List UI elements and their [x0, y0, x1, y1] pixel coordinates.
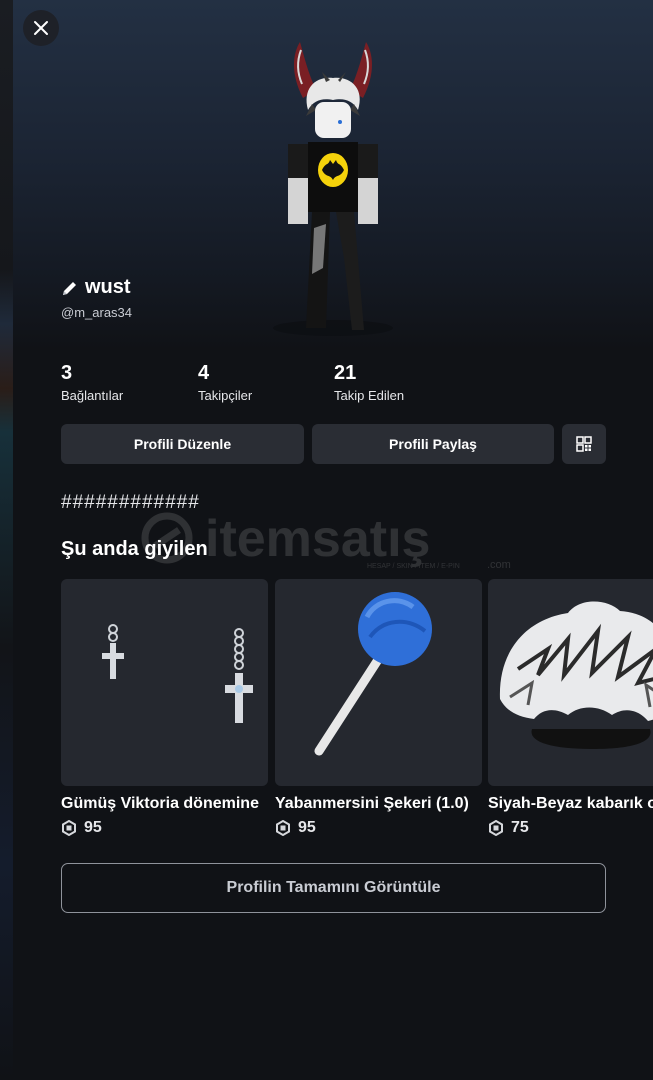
item-price: 95: [298, 819, 316, 836]
background-page-strip: [0, 0, 13, 1080]
item-card[interactable]: Yabanmersini Şekeri (1.0) 95: [275, 579, 482, 837]
price-row: 95: [61, 819, 268, 837]
stat-label: Takip Edilen: [334, 388, 405, 403]
close-button[interactable]: [23, 10, 59, 46]
username: @m_aras34: [61, 305, 133, 320]
stats-row: 3 Bağlantılar 4 Takipçiler 21 Takip Edil…: [61, 362, 621, 406]
item-name: Siyah-Beyaz kabarık o: [488, 795, 653, 812]
edit-profile-button[interactable]: Profili Düzenle: [61, 424, 304, 464]
cross-earrings-icon: [102, 624, 253, 723]
qr-code-button[interactable]: [562, 424, 606, 464]
stat-value: 3: [61, 362, 73, 384]
watermark-tagline: HESAP / SKIN / ITEM / E-PIN: [367, 563, 460, 570]
item-name: Yabanmersini Şekeri (1.0): [275, 795, 469, 812]
display-name: wust: [85, 276, 131, 298]
share-profile-button[interactable]: Profili Paylaş: [312, 424, 554, 464]
stat-label: Takipçiler: [198, 388, 253, 403]
item-price: 75: [511, 819, 529, 836]
watermark-suffix: .com: [487, 559, 511, 571]
avatar-image: [273, 42, 393, 336]
view-full-profile-button[interactable]: Profilin Tamamını Görüntüle: [61, 863, 606, 913]
close-icon: [34, 21, 48, 35]
item-thumbnail: [275, 579, 482, 786]
stat-value: 21: [334, 362, 357, 384]
profile-panel: wust @m_aras34 3 Bağlantılar 4 Takipçile…: [13, 0, 653, 1080]
currently-wearing-title: Şu anda giyilen: [61, 538, 208, 560]
user-block: wust @m_aras34: [61, 276, 132, 320]
qr-code-icon: [576, 436, 592, 452]
stat-followers[interactable]: 4 Takipçiler: [198, 362, 252, 403]
robux-icon: [489, 820, 503, 836]
fluffy-hair-icon: [499, 601, 653, 749]
price-row: 95: [275, 819, 482, 837]
lollipop-icon: [314, 592, 432, 756]
stat-following[interactable]: 21 Takip Edilen: [334, 362, 404, 403]
robux-icon: [276, 820, 290, 836]
item-thumbnail: [61, 579, 268, 786]
watermark-text: itemsatış: [205, 510, 430, 568]
item-price: 95: [84, 819, 102, 836]
stat-value: 4: [198, 362, 210, 384]
stat-label: Bağlantılar: [61, 388, 124, 403]
price-row: 75: [488, 819, 653, 837]
item-card[interactable]: Gümüş Viktoria dönemine 95: [61, 579, 268, 837]
display-name-row: wust: [61, 276, 132, 299]
item-card[interactable]: Siyah-Beyaz kabarık o 75: [488, 579, 653, 837]
pencil-icon[interactable]: [61, 279, 79, 297]
robux-icon: [62, 820, 76, 836]
item-thumbnail: [488, 579, 653, 786]
item-name: Gümüş Viktoria dönemine: [61, 795, 259, 812]
stat-connections[interactable]: 3 Bağlantılar: [61, 362, 123, 403]
